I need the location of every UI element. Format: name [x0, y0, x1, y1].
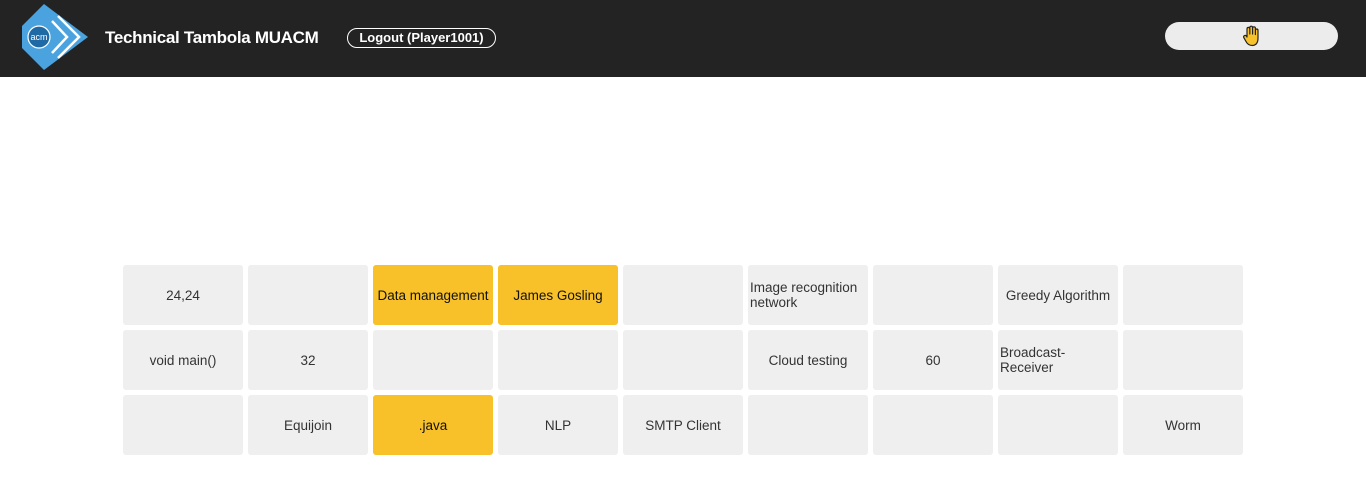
- claim-button[interactable]: [1165, 22, 1338, 50]
- logout-button[interactable]: Logout (Player1001): [347, 28, 496, 48]
- raised-hand-icon: [1242, 25, 1259, 47]
- ticket-cell[interactable]: Image recognition network: [748, 265, 868, 325]
- ticket-cell-empty[interactable]: [623, 265, 743, 325]
- tambola-ticket: 24,24 Data management James Gosling Image r…: [123, 265, 1243, 455]
- ticket-cell-empty[interactable]: [1123, 265, 1243, 325]
- ticket-cell-empty[interactable]: [498, 330, 618, 390]
- ticket-cell[interactable]: void main(): [123, 330, 243, 390]
- app-title: Technical Tambola MUACM: [105, 28, 319, 47]
- acm-logo: acm: [22, 4, 88, 70]
- ticket-cell-empty[interactable]: [1123, 330, 1243, 390]
- ticket-cell[interactable]: Data management: [373, 265, 493, 325]
- logo-text: acm: [30, 32, 47, 42]
- ticket-cell-empty[interactable]: [748, 395, 868, 455]
- ticket-cell[interactable]: Greedy Algorithm: [998, 265, 1118, 325]
- ticket-cell[interactable]: .java: [373, 395, 493, 455]
- ticket-cell[interactable]: 32: [248, 330, 368, 390]
- ticket-cell-empty[interactable]: [873, 265, 993, 325]
- ticket-cell[interactable]: Equijoin: [248, 395, 368, 455]
- ticket-cell[interactable]: James Gosling: [498, 265, 618, 325]
- ticket-cell-empty[interactable]: [248, 265, 368, 325]
- ticket-cell-empty[interactable]: [123, 395, 243, 455]
- ticket-cell[interactable]: SMTP Client: [623, 395, 743, 455]
- ticket-cell[interactable]: 60: [873, 330, 993, 390]
- ticket-cell-empty[interactable]: [873, 395, 993, 455]
- ticket-cell[interactable]: Worm: [1123, 395, 1243, 455]
- ticket-cell-empty[interactable]: [373, 330, 493, 390]
- ticket-cell[interactable]: NLP: [498, 395, 618, 455]
- ticket-cell[interactable]: Cloud testing: [748, 330, 868, 390]
- ticket-cell-empty[interactable]: [623, 330, 743, 390]
- top-navbar: acm Technical Tambola MUACM Logout (Play…: [0, 0, 1366, 77]
- ticket-cell-empty[interactable]: [998, 395, 1118, 455]
- ticket-cell[interactable]: 24,24: [123, 265, 243, 325]
- ticket-cell[interactable]: Broadcast-Receiver: [998, 330, 1118, 390]
